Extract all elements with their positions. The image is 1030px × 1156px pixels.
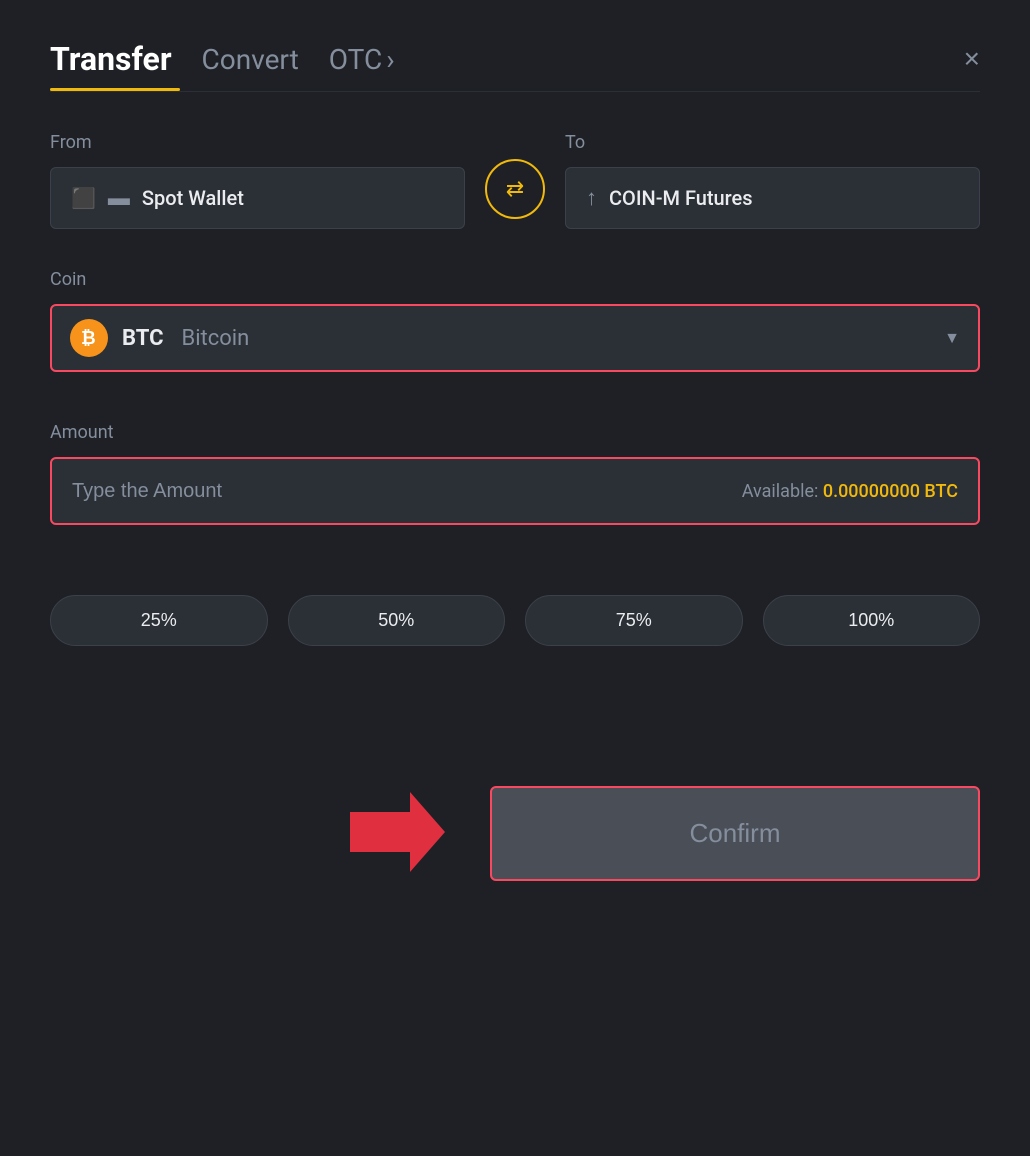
pct-25-button[interactable]: 25% bbox=[50, 595, 268, 646]
chevron-down-icon: ▼ bbox=[944, 328, 960, 348]
from-wallet-box[interactable]: ⬛ ▬ Spot Wallet bbox=[50, 167, 465, 229]
percentage-buttons: 25% 50% 75% 100% bbox=[50, 595, 980, 646]
from-to-wrapper: From ⬛ ▬ Spot Wallet ⇄ To ↑ bbox=[50, 132, 980, 229]
amount-section: Amount Available: 0.00000000 BTC bbox=[50, 422, 980, 525]
from-column: From ⬛ ▬ Spot Wallet bbox=[50, 132, 465, 229]
from-label: From bbox=[50, 132, 465, 153]
amount-box: Available: 0.00000000 BTC bbox=[50, 457, 980, 525]
coin-label: Coin bbox=[50, 269, 980, 290]
switch-button[interactable]: ⇄ bbox=[485, 159, 545, 219]
close-button[interactable]: × bbox=[964, 45, 980, 73]
amount-input[interactable] bbox=[72, 480, 742, 503]
coin-fullname: Bitcoin bbox=[181, 326, 249, 351]
pct-75-button[interactable]: 75% bbox=[525, 595, 743, 646]
to-label: To bbox=[565, 132, 980, 153]
tab-transfer[interactable]: Transfer bbox=[50, 40, 172, 78]
to-wallet-box[interactable]: ↑ COIN-M Futures bbox=[565, 167, 980, 229]
switch-wrapper: ⇄ bbox=[465, 159, 565, 229]
to-wallet-name: COIN-M Futures bbox=[609, 186, 753, 210]
transfer-modal: Transfer Convert OTC › × From ⬛ ▬ Spot W… bbox=[0, 0, 1030, 1156]
coin-symbol: BTC bbox=[122, 326, 163, 351]
tab-convert[interactable]: Convert bbox=[202, 43, 299, 76]
wallet-card-symbol: ▬ bbox=[108, 185, 130, 211]
futures-icon: ↑ bbox=[586, 185, 597, 211]
confirm-section: Confirm bbox=[50, 786, 980, 881]
red-arrow-icon bbox=[340, 787, 450, 877]
to-column: To ↑ COIN-M Futures bbox=[565, 132, 980, 229]
tab-otc[interactable]: OTC › bbox=[329, 43, 395, 76]
btc-icon: ₿ bbox=[70, 319, 108, 357]
available-amount: 0.00000000 BTC bbox=[823, 481, 958, 502]
arrow-indicator bbox=[340, 787, 450, 881]
wallet-card-icon: ⬛ bbox=[71, 186, 96, 210]
from-wallet-name: Spot Wallet bbox=[142, 186, 244, 210]
transfer-icon: ⇄ bbox=[506, 176, 524, 202]
amount-label: Amount bbox=[50, 422, 980, 443]
bitcoin-symbol: ₿ bbox=[78, 327, 100, 349]
modal-header: Transfer Convert OTC › × bbox=[50, 40, 980, 78]
pct-50-button[interactable]: 50% bbox=[288, 595, 506, 646]
available-text: Available: 0.00000000 BTC bbox=[742, 481, 958, 502]
pct-100-button[interactable]: 100% bbox=[763, 595, 981, 646]
confirm-button[interactable]: Confirm bbox=[490, 786, 980, 881]
coin-section: Coin ₿ BTC Bitcoin ▼ bbox=[50, 269, 980, 372]
coin-dropdown[interactable]: ₿ BTC Bitcoin ▼ bbox=[50, 304, 980, 372]
header-divider bbox=[50, 91, 980, 92]
svg-text:₿: ₿ bbox=[81, 328, 96, 348]
